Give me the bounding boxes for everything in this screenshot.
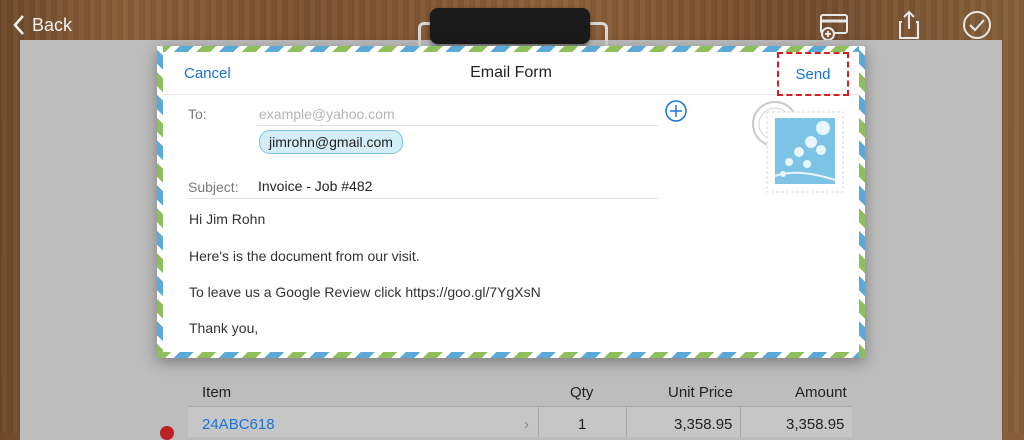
body-review-line[interactable]: To leave us a Google Review click https:…: [189, 284, 541, 300]
to-field-divider: [257, 125, 659, 126]
row-item[interactable]: 24ABC618: [202, 416, 275, 433]
to-email-input[interactable]: [257, 102, 661, 126]
body-line[interactable]: Here's is the document from our visit.: [189, 248, 420, 264]
col-qty-header: Qty: [570, 384, 594, 401]
row-amount: 3,358.95: [786, 416, 845, 433]
clipboard-clip: [430, 8, 590, 44]
items-table-header: Item Qty Unit Price Amount: [188, 384, 852, 406]
plus-circle-icon[interactable]: [665, 100, 687, 122]
subject-divider: [187, 198, 659, 199]
chevron-right-icon: ›: [524, 416, 529, 433]
dialog-title: Email Form: [470, 64, 552, 81]
table-row[interactable]: 24ABC618 › 1 3,358.95 3,358.95: [188, 406, 852, 437]
postage-stamp-icon: [752, 101, 844, 193]
dialog-header: Cancel Email Form Send: [163, 52, 859, 96]
body-greeting[interactable]: Hi Jim Rohn: [189, 211, 265, 227]
to-label: To:: [188, 106, 207, 122]
col-amount-header: Amount: [795, 384, 847, 401]
col-unit-price-header: Unit Price: [668, 384, 734, 401]
recipient-chip[interactable]: jimrohn@gmail.com: [259, 130, 403, 154]
send-button[interactable]: Send: [777, 52, 849, 96]
subject-label: Subject:: [188, 179, 239, 195]
body-signoff[interactable]: Thank you,: [189, 320, 258, 336]
email-form-dialog: Cancel Email Form Send To: jimrohn@gmail…: [157, 46, 865, 358]
chevron-left-icon: [13, 15, 24, 35]
airmail-border-bottom: [157, 352, 865, 358]
col-item-header: Item: [202, 384, 232, 401]
subject-field[interactable]: Invoice - Job #482: [258, 178, 372, 194]
send-label: Send: [795, 65, 831, 83]
row-delete-marker[interactable]: [160, 426, 174, 440]
back-button[interactable]: Back: [12, 12, 72, 38]
back-label: Back: [32, 14, 73, 35]
row-unit-price: 3,358.95: [674, 416, 733, 433]
airmail-border-right: [859, 46, 865, 358]
row-qty: 1: [578, 416, 587, 433]
